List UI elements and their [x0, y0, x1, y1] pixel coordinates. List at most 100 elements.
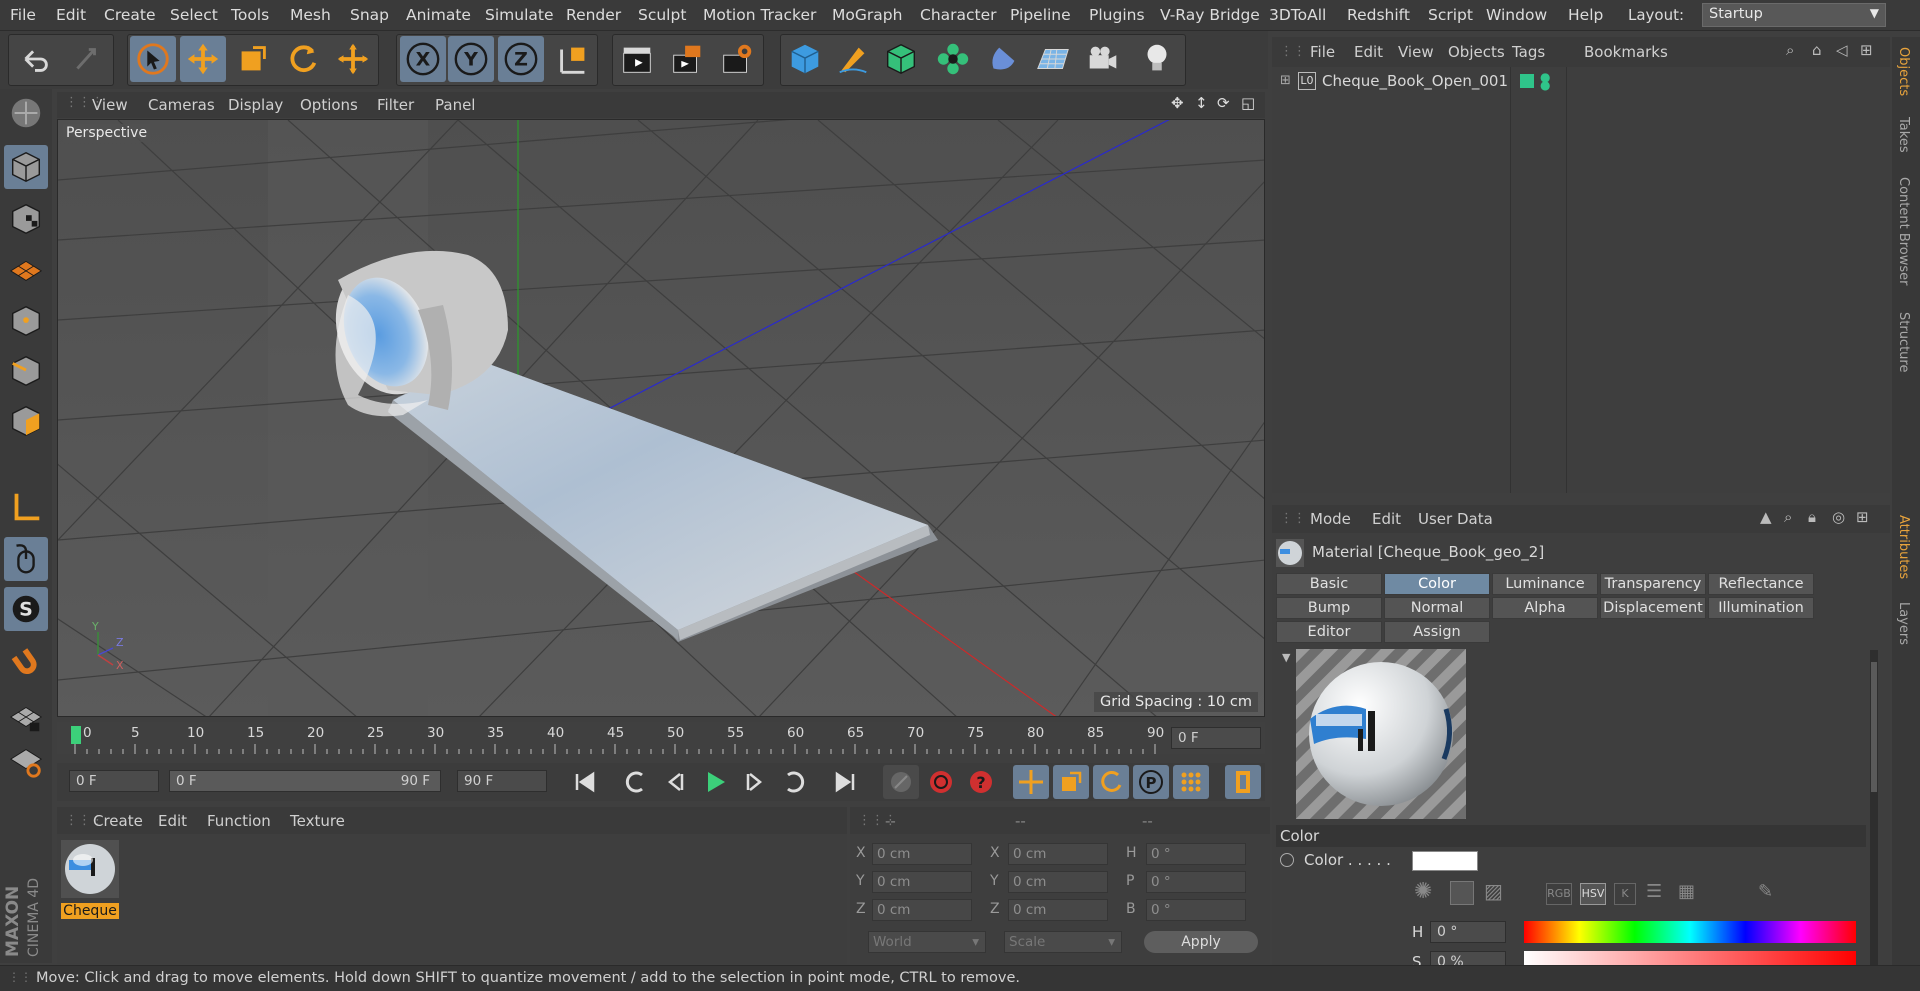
- edges-mode-button[interactable]: [4, 349, 48, 393]
- go-to-end-button[interactable]: [827, 765, 863, 799]
- menu-motion-tracker[interactable]: Motion Tracker: [703, 6, 816, 24]
- spectrum-icon[interactable]: [1450, 881, 1474, 905]
- subdivision-button[interactable]: [878, 36, 924, 82]
- floor-button[interactable]: [1030, 36, 1076, 82]
- viewport-zoom-icon[interactable]: ↕: [1195, 94, 1208, 112]
- nav-up-icon[interactable]: ▲: [1760, 508, 1772, 526]
- menu-3dtoall[interactable]: 3DToAll: [1269, 6, 1326, 24]
- menu-select[interactable]: Select: [170, 6, 218, 24]
- planar-workplane-button[interactable]: [4, 739, 48, 783]
- next-frame-button[interactable]: [737, 765, 773, 799]
- material-menu-function[interactable]: Function: [207, 812, 271, 830]
- position-x-field[interactable]: 0 cm: [872, 843, 972, 865]
- key-parameter-button[interactable]: P: [1133, 765, 1169, 799]
- kelvin-mode-button[interactable]: K: [1614, 883, 1636, 905]
- new-panel-icon[interactable]: ⊞: [1856, 508, 1869, 526]
- image-picker-icon[interactable]: ▨: [1484, 879, 1503, 903]
- attr-menu-user-data[interactable]: User Data: [1418, 510, 1493, 528]
- position-y-field[interactable]: 0 cm: [872, 871, 972, 893]
- viewport-menu-filter[interactable]: Filter: [377, 96, 414, 114]
- material-preview[interactable]: [1296, 649, 1466, 819]
- layout-select[interactable]: Startup ▼: [1702, 3, 1886, 27]
- tweak-mode-button[interactable]: [4, 537, 48, 581]
- viewport-rotate-icon[interactable]: ⟳: [1217, 94, 1230, 112]
- home-icon[interactable]: ⌂: [1812, 41, 1822, 59]
- y-axis-toggle[interactable]: Y: [448, 36, 494, 82]
- scale-tool-button[interactable]: [230, 36, 276, 82]
- cloner-button[interactable]: [930, 36, 976, 82]
- hue-field[interactable]: 0 °: [1430, 921, 1506, 943]
- menu-help[interactable]: Help: [1568, 6, 1603, 24]
- visibility-dots-icon[interactable]: ● ●: [1540, 71, 1550, 91]
- timeline-ruler[interactable]: 0 5 10 15 20 25 30 35 40 45 50 55 60 65 …: [57, 722, 1265, 754]
- timeline-window-button[interactable]: [1225, 765, 1261, 799]
- render-view-button[interactable]: [614, 36, 660, 82]
- tab-bump[interactable]: Bump: [1276, 597, 1382, 619]
- attr-menu-mode[interactable]: Mode: [1310, 510, 1351, 528]
- points-mode-button[interactable]: [4, 299, 48, 343]
- tab-luminance[interactable]: Luminance: [1492, 573, 1598, 595]
- transform-tool-button[interactable]: [330, 36, 376, 82]
- polygons-mode-button[interactable]: [4, 399, 48, 443]
- attr-menu-edit[interactable]: Edit: [1372, 510, 1401, 528]
- color-swatch[interactable]: [1412, 851, 1478, 871]
- menu-redshift[interactable]: Redshift: [1347, 6, 1410, 24]
- color-wheel-icon[interactable]: ✺: [1414, 879, 1432, 904]
- solo-mode-button[interactable]: S: [4, 587, 48, 631]
- tab-assign[interactable]: Assign: [1384, 621, 1490, 643]
- side-tab-attributes[interactable]: Attributes: [1896, 515, 1911, 579]
- menu-mesh[interactable]: Mesh: [290, 6, 331, 24]
- hue-slider[interactable]: [1524, 921, 1856, 943]
- tab-illumination[interactable]: Illumination: [1708, 597, 1814, 619]
- object-row[interactable]: ⊞ L0 Cheque_Book_Open_001 ● ●: [1276, 71, 1866, 93]
- menu-tools[interactable]: Tools: [231, 6, 269, 24]
- key-scale-button[interactable]: [1053, 765, 1089, 799]
- tab-basic[interactable]: Basic: [1276, 573, 1382, 595]
- model-mode-button[interactable]: [4, 145, 48, 189]
- viewport-move-icon[interactable]: ✥: [1171, 94, 1184, 112]
- move-tool-button[interactable]: [180, 36, 226, 82]
- side-tab-objects[interactable]: Objects: [1896, 47, 1911, 96]
- next-key-button[interactable]: [777, 765, 813, 799]
- rotation-h-field[interactable]: 0 °: [1146, 843, 1246, 865]
- axis-mode-button[interactable]: [4, 485, 48, 529]
- position-z-field[interactable]: 0 cm: [872, 899, 972, 921]
- tab-reflectance[interactable]: Reflectance: [1708, 573, 1814, 595]
- viewport-menu-display[interactable]: Display: [228, 96, 283, 114]
- tab-alpha[interactable]: Alpha: [1492, 597, 1598, 619]
- back-icon[interactable]: ◁: [1836, 41, 1848, 59]
- prev-key-button[interactable]: [617, 765, 653, 799]
- viewport-menu-panel[interactable]: Panel: [435, 96, 475, 114]
- rgb-mode-button[interactable]: RGB: [1546, 883, 1572, 905]
- viewport-menu-options[interactable]: Options: [300, 96, 358, 114]
- make-editable-button[interactable]: [4, 91, 48, 135]
- sliders-icon[interactable]: ☰: [1646, 881, 1662, 902]
- coordinate-system-button[interactable]: [550, 36, 596, 82]
- expand-plus-icon[interactable]: ⊞: [1280, 73, 1291, 88]
- object-menu-bookmarks[interactable]: Bookmarks: [1584, 43, 1668, 61]
- rotate-tool-button[interactable]: [280, 36, 326, 82]
- keyframe-selection-button[interactable]: ?: [963, 765, 999, 799]
- object-menu-objects[interactable]: Objects: [1448, 43, 1505, 61]
- deformer-button[interactable]: [980, 36, 1026, 82]
- texture-mode-button[interactable]: [4, 197, 48, 241]
- key-rotation-button[interactable]: [1093, 765, 1129, 799]
- side-tab-structure[interactable]: Structure: [1896, 312, 1911, 372]
- layer-color-tag[interactable]: [1520, 74, 1534, 88]
- lock-icon[interactable]: 🔒︎: [1808, 508, 1816, 526]
- menu-create[interactable]: Create: [104, 6, 156, 24]
- key-position-button[interactable]: [1013, 765, 1049, 799]
- end-frame-field[interactable]: 90 F: [457, 770, 547, 792]
- material-menu-texture[interactable]: Texture: [290, 812, 345, 830]
- workplane-mode-button[interactable]: [4, 247, 48, 291]
- eyedropper-icon[interactable]: ✎: [1758, 881, 1773, 902]
- search-icon[interactable]: ⌕: [1786, 41, 1794, 59]
- side-tab-content-browser[interactable]: Content Browser: [1896, 177, 1911, 286]
- menu-edit[interactable]: Edit: [56, 6, 86, 24]
- rotation-p-field[interactable]: 0 °: [1146, 871, 1246, 893]
- object-menu-tags[interactable]: Tags: [1512, 43, 1545, 61]
- rotation-b-field[interactable]: 0 °: [1146, 899, 1246, 921]
- menu-pipeline[interactable]: Pipeline: [1010, 6, 1071, 24]
- object-name[interactable]: Cheque_Book_Open_001: [1322, 72, 1508, 90]
- tab-color[interactable]: Color: [1384, 573, 1490, 595]
